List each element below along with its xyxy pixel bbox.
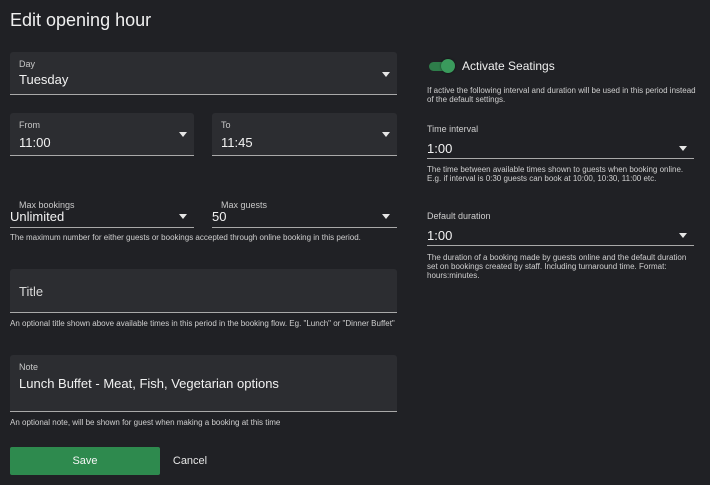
chevron-down-icon bbox=[679, 233, 687, 238]
save-button[interactable]: Save bbox=[10, 447, 160, 475]
max-bookings-helper: The maximum number for either guests or … bbox=[10, 233, 361, 242]
seatings-label: Activate Seatings bbox=[462, 59, 555, 73]
dialog-title: Edit opening hour bbox=[10, 10, 152, 30]
chevron-down-icon bbox=[382, 214, 390, 219]
seatings-helper: If active the following interval and dur… bbox=[427, 86, 696, 104]
note-label: Note bbox=[19, 362, 39, 372]
from-select[interactable]: From 11:00 bbox=[10, 113, 194, 156]
title-input[interactable]: Title bbox=[10, 269, 397, 313]
from-label: From bbox=[19, 120, 40, 130]
note-value: Lunch Buffet - Meat, Fish, Vegetarian op… bbox=[19, 376, 279, 391]
time-interval-select[interactable]: 1:00 bbox=[427, 136, 694, 159]
to-value: 11:45 bbox=[221, 135, 253, 150]
to-label: To bbox=[221, 120, 231, 130]
day-value: Tuesday bbox=[19, 72, 69, 87]
note-input[interactable]: Note Lunch Buffet - Meat, Fish, Vegetari… bbox=[10, 355, 397, 412]
day-select[interactable]: Day Tuesday bbox=[10, 52, 397, 95]
to-select[interactable]: To 11:45 bbox=[212, 113, 397, 156]
toggle-knob bbox=[441, 59, 455, 73]
chevron-down-icon bbox=[179, 132, 187, 137]
chevron-down-icon bbox=[382, 132, 390, 137]
note-helper: An optional note, will be shown for gues… bbox=[10, 418, 281, 427]
title-helper: An optional title shown above available … bbox=[10, 319, 395, 328]
default-duration-label: Default duration bbox=[427, 211, 491, 221]
chevron-down-icon bbox=[179, 214, 187, 219]
time-interval-label: Time interval bbox=[427, 124, 479, 134]
time-interval-value: 1:00 bbox=[427, 141, 453, 156]
chevron-down-icon bbox=[382, 72, 390, 77]
default-duration-select[interactable]: 1:00 bbox=[427, 223, 694, 246]
default-duration-value: 1:00 bbox=[427, 228, 453, 243]
max-bookings-select[interactable]: Max bookings Unlimited bbox=[10, 195, 194, 228]
day-label: Day bbox=[19, 59, 36, 69]
seatings-toggle[interactable] bbox=[427, 59, 455, 73]
max-guests-select[interactable]: Max guests 50 bbox=[212, 195, 397, 228]
chevron-down-icon bbox=[679, 146, 687, 151]
time-interval-helper: The time between available times shown t… bbox=[427, 165, 684, 183]
max-guests-label: Max guests bbox=[221, 200, 268, 210]
default-duration-helper: The duration of a booking made by guests… bbox=[427, 253, 687, 280]
title-placeholder: Title bbox=[19, 284, 44, 299]
cancel-button[interactable]: Cancel bbox=[165, 447, 215, 475]
from-value: 11:00 bbox=[19, 135, 51, 150]
max-guests-value: 50 bbox=[212, 209, 227, 224]
max-bookings-value: Unlimited bbox=[10, 209, 65, 224]
